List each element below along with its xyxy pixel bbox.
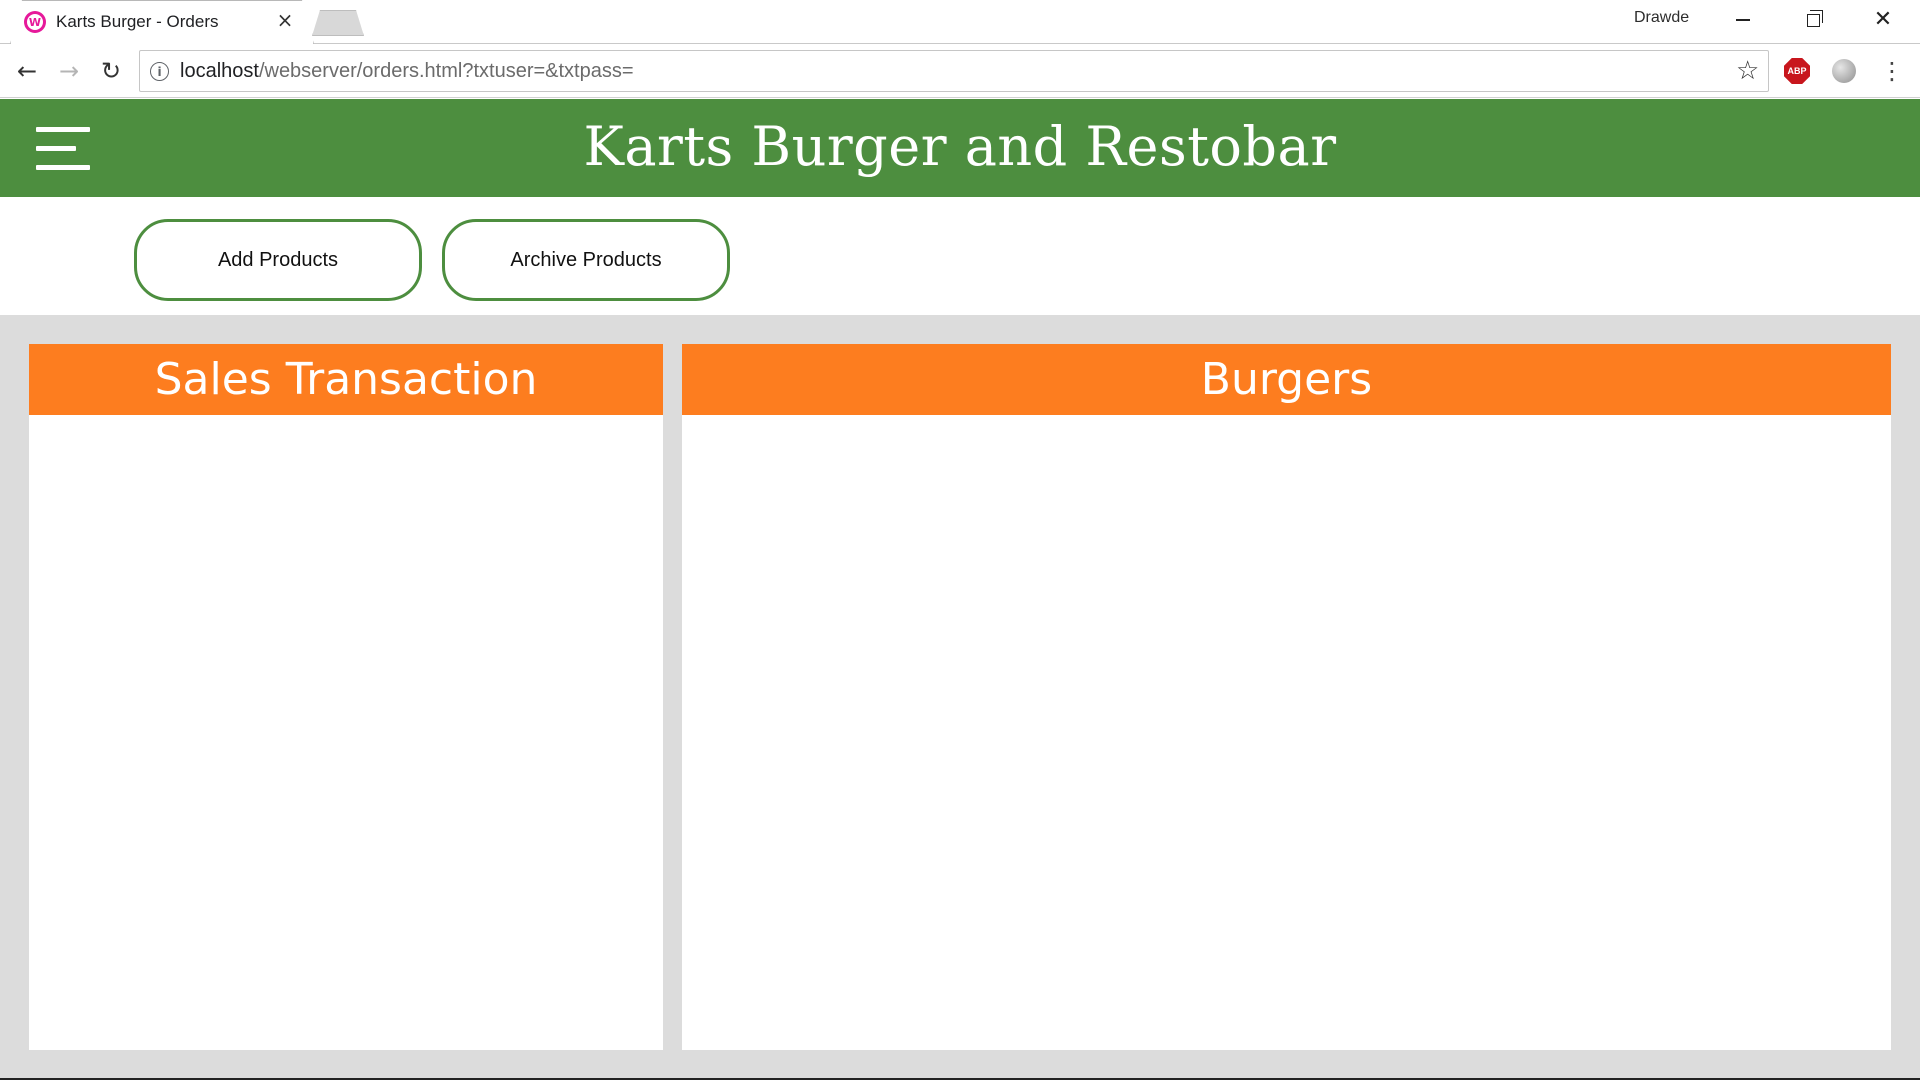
browser-toolbar: ← → ↻ i localhost/webserver/orders.html?…: [0, 44, 1920, 98]
site-info-icon[interactable]: i: [150, 62, 169, 81]
browser-menu-icon[interactable]: ⋮: [1880, 54, 1904, 88]
back-button[interactable]: ←: [10, 54, 44, 88]
bookmark-star-icon[interactable]: ☆: [1736, 56, 1759, 86]
burgers-panel: Burgers: [682, 344, 1891, 1050]
site-header: Karts Burger and Restobar: [0, 99, 1920, 197]
close-icon: ✕: [1873, 7, 1893, 32]
reload-button[interactable]: ↻: [94, 54, 128, 88]
add-products-button[interactable]: Add Products: [134, 219, 422, 301]
window-close-button[interactable]: ✕: [1848, 0, 1918, 40]
minimize-button[interactable]: [1708, 0, 1778, 40]
site-title: Karts Burger and Restobar: [583, 115, 1337, 178]
tab-close-icon[interactable]: ×: [274, 8, 296, 32]
restore-button[interactable]: [1778, 0, 1848, 40]
workspace: Sales Transaction Burgers: [0, 315, 1920, 1078]
restore-icon: [1806, 9, 1823, 27]
sales-transaction-panel: Sales Transaction: [29, 344, 663, 1050]
url-text[interactable]: localhost/webserver/orders.html?txtuser=…: [180, 60, 634, 83]
sales-transaction-body: [29, 415, 663, 1050]
favicon-letter: W: [27, 14, 43, 30]
burgers-body: [682, 415, 1891, 1050]
new-tab-button[interactable]: [312, 10, 364, 36]
tab-title: Karts Burger - Orders: [56, 12, 219, 31]
wamp-favicon-icon: W: [24, 11, 46, 33]
url-path: /webserver/orders.html?txtuser=&txtpass=: [258, 60, 634, 82]
archive-products-button[interactable]: Archive Products: [442, 219, 730, 301]
minimize-icon: [1736, 19, 1750, 21]
forward-button[interactable]: →: [52, 54, 86, 88]
sales-transaction-title: Sales Transaction: [29, 344, 663, 415]
burgers-title: Burgers: [682, 344, 1891, 415]
profile-name[interactable]: Drawde: [1634, 9, 1689, 27]
browser-tabstrip: W Karts Burger - Orders × Drawde ✕: [0, 0, 1920, 44]
address-bar[interactable]: i localhost/webserver/orders.html?txtuse…: [139, 50, 1769, 92]
url-host: localhost: [180, 60, 259, 82]
adblock-plus-icon[interactable]: ABP: [1784, 58, 1810, 84]
extension-globe-icon[interactable]: [1832, 59, 1856, 83]
action-bar: Add Products Archive Products: [0, 197, 1920, 315]
